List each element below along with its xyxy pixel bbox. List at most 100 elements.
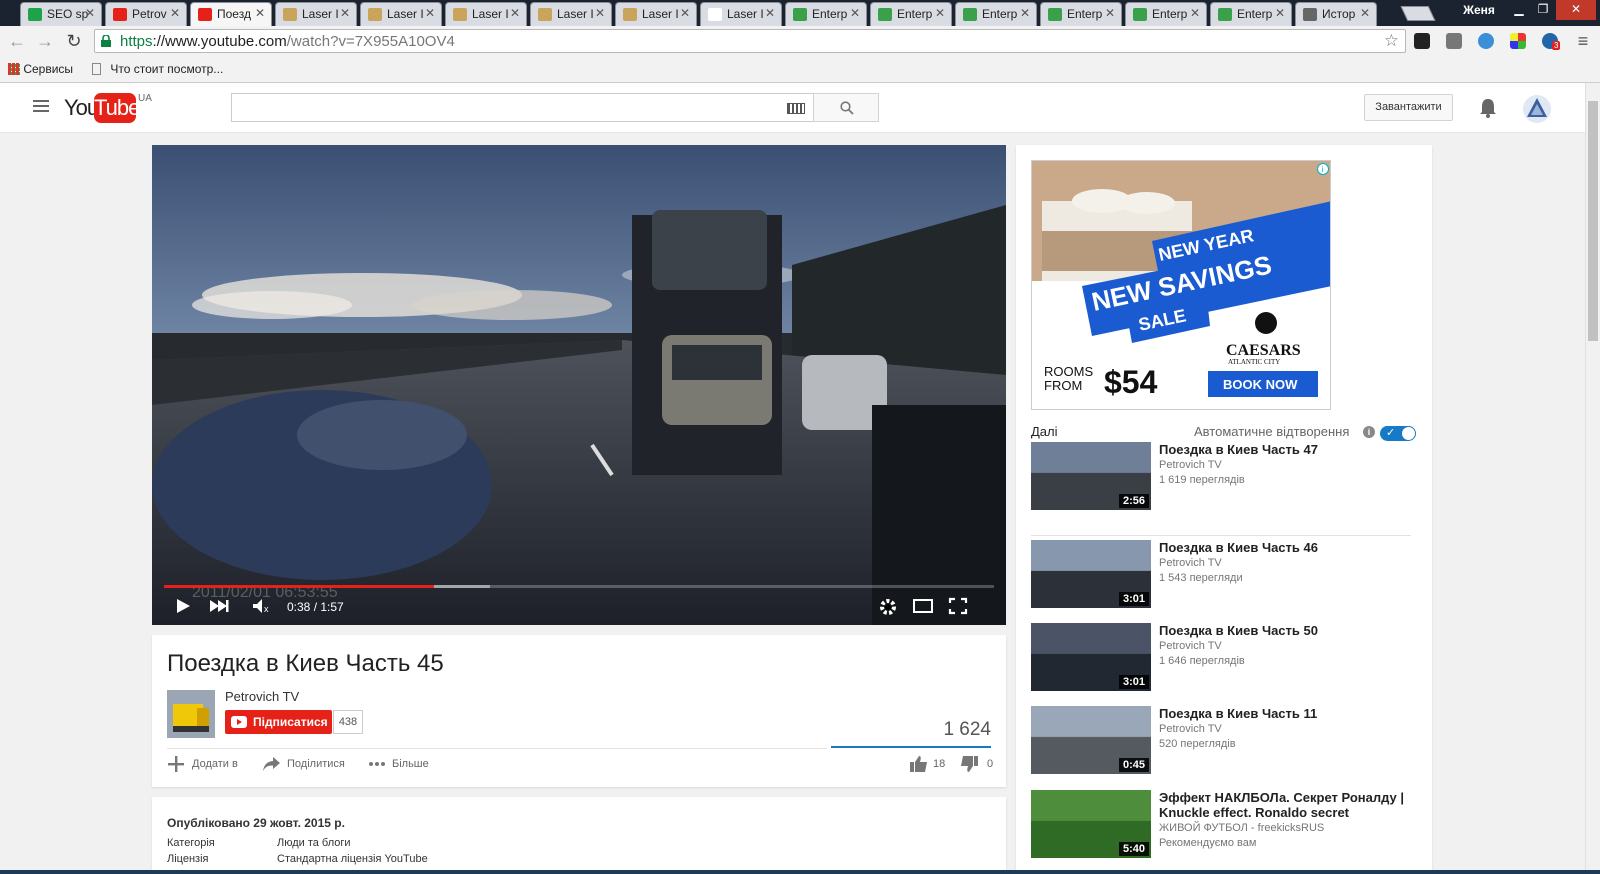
play-icon[interactable]: [174, 597, 192, 615]
recommended-video[interactable]: 5:40 Эффект НАКЛБОЛа. Секрет Роналду | Kn…: [1031, 790, 1411, 860]
info-icon[interactable]: i: [1363, 426, 1375, 438]
recommended-video[interactable]: 3:01 Поездка в Киев Часть 50 Petrovich TV 1…: [1031, 623, 1411, 693]
video-title-link[interactable]: Поездка в Киев Часть 11: [1159, 706, 1409, 721]
share-button[interactable]: Поділитися: [287, 758, 345, 770]
tab-close-icon[interactable]: ✕: [765, 6, 775, 20]
bookmark-star-icon[interactable]: ☆: [1384, 31, 1399, 51]
tab-close-icon[interactable]: ✕: [425, 6, 435, 20]
video-thumbnail[interactable]: 2:56: [1031, 442, 1151, 510]
video-views: 1 646 переглядів: [1159, 655, 1245, 667]
next-icon[interactable]: [208, 597, 230, 615]
video-title-link[interactable]: Поездка в Киев Часть 50: [1159, 623, 1409, 638]
recommended-video[interactable]: 2:56 Поездка в Киев Часть 47 Petrovich TV 1…: [1031, 442, 1411, 512]
browser-tab[interactable]: Laser I ✕: [700, 2, 782, 26]
notifications-bell-icon[interactable]: [1478, 97, 1498, 119]
theater-mode-icon[interactable]: [912, 597, 934, 615]
tab-close-icon[interactable]: ✕: [1275, 6, 1285, 20]
browser-tab[interactable]: Enterp ✕: [955, 2, 1037, 26]
profile-name[interactable]: Женя: [1456, 1, 1502, 21]
video-thumbnail[interactable]: 3:01: [1031, 623, 1151, 691]
new-tab-button[interactable]: [1400, 6, 1436, 21]
recommended-video[interactable]: 3:01 Поездка в Киев Часть 46 Petrovich TV 1…: [1031, 540, 1411, 610]
tab-close-icon[interactable]: ✕: [595, 6, 605, 20]
browser-tab[interactable]: Laser I ✕: [445, 2, 527, 26]
settings-gear-icon[interactable]: [878, 597, 898, 617]
minimize-icon[interactable]: ▁: [1506, 0, 1532, 20]
channel-name[interactable]: Petrovich TV: [225, 689, 299, 704]
channel-thumbnail[interactable]: [167, 690, 215, 738]
tab-close-icon[interactable]: ✕: [510, 6, 520, 20]
tab-close-icon[interactable]: ✕: [935, 6, 945, 20]
browser-tab[interactable]: Laser I ✕: [275, 2, 357, 26]
account-avatar[interactable]: [1523, 95, 1551, 123]
tab-close-icon[interactable]: ✕: [340, 6, 350, 20]
browser-tab[interactable]: Enterp ✕: [870, 2, 952, 26]
browser-tab[interactable]: SEO sp ✕: [20, 2, 102, 26]
avatar-emblem-icon: [1527, 98, 1547, 117]
browser-tab[interactable]: Enterp ✕: [785, 2, 867, 26]
share-icon[interactable]: [262, 756, 280, 772]
extension-icon[interactable]: [1446, 33, 1462, 49]
search-input[interactable]: [231, 93, 814, 122]
extension-icon[interactable]: [1414, 33, 1430, 49]
more-dots-icon[interactable]: [368, 756, 386, 772]
restore-icon[interactable]: ❐: [1530, 0, 1556, 20]
like-icon[interactable]: [910, 756, 928, 772]
address-bar[interactable]: https://www.youtube.com/watch?v=7X955A10…: [94, 29, 1406, 53]
video-views: 1 619 переглядів: [1159, 474, 1245, 486]
keyboard-icon[interactable]: [787, 103, 805, 114]
add-icon[interactable]: [167, 756, 185, 772]
video-title-link[interactable]: Поездка в Киев Часть 47: [1159, 442, 1409, 457]
progress-bar[interactable]: [164, 585, 994, 588]
page-scrollbar[interactable]: [1585, 83, 1600, 870]
tab-close-icon[interactable]: ✕: [170, 6, 180, 20]
more-button[interactable]: Більше: [392, 758, 429, 770]
browser-tab[interactable]: Laser I ✕: [530, 2, 612, 26]
guide-menu-icon[interactable]: [33, 100, 49, 114]
browser-tab[interactable]: Истор ✕: [1295, 2, 1377, 26]
tab-close-icon[interactable]: ✕: [1360, 6, 1370, 20]
browser-tab[interactable]: Petrov ✕: [105, 2, 187, 26]
fullscreen-icon[interactable]: [948, 597, 968, 615]
reload-icon[interactable]: ↻: [63, 31, 85, 51]
upload-button[interactable]: Завантажити: [1364, 94, 1453, 121]
bookmark-apps[interactable]: Сервисы: [8, 62, 73, 76]
tab-close-icon[interactable]: ✕: [255, 6, 265, 20]
tab-close-icon[interactable]: ✕: [85, 6, 95, 20]
autoplay-toggle[interactable]: ✓: [1380, 426, 1416, 441]
globe-icon[interactable]: [1478, 33, 1494, 49]
add-to-button[interactable]: Додати в: [192, 758, 238, 770]
forward-icon[interactable]: →: [34, 31, 56, 51]
search-button[interactable]: [813, 93, 879, 122]
video-title-link[interactable]: Эффект НАКЛБОЛа. Секрет Роналду | Knuckl…: [1159, 790, 1409, 820]
dislike-icon[interactable]: [960, 756, 978, 772]
browser-tab[interactable]: Laser I ✕: [360, 2, 442, 26]
tab-close-icon[interactable]: ✕: [1020, 6, 1030, 20]
browser-tab[interactable]: Enterp ✕: [1040, 2, 1122, 26]
video-thumbnail[interactable]: 0:45: [1031, 706, 1151, 774]
browser-tab[interactable]: Enterp ✕: [1210, 2, 1292, 26]
tab-close-icon[interactable]: ✕: [850, 6, 860, 20]
recommended-video[interactable]: 0:45 Поездка в Киев Часть 11 Petrovich TV 5…: [1031, 706, 1411, 776]
extension-icon[interactable]: [1510, 33, 1526, 49]
tab-close-icon[interactable]: ✕: [1190, 6, 1200, 20]
video-player[interactable]: 2011/02/01 06:53:55 x 0:38 / 1:57: [152, 145, 1006, 625]
category-value[interactable]: Люди та блоги: [277, 837, 351, 849]
video-thumbnail[interactable]: 3:01: [1031, 540, 1151, 608]
extension-icon[interactable]: 3: [1542, 33, 1561, 50]
tab-close-icon[interactable]: ✕: [680, 6, 690, 20]
browser-tab[interactable]: Enterp ✕: [1125, 2, 1207, 26]
close-window-icon[interactable]: ✕: [1556, 0, 1596, 20]
tab-favicon-icon: [1303, 8, 1317, 21]
video-thumbnail[interactable]: 5:40: [1031, 790, 1151, 858]
video-title-link[interactable]: Поездка в Киев Часть 46: [1159, 540, 1409, 555]
subscribe-button[interactable]: Підписатися: [225, 710, 332, 734]
browser-tab[interactable]: Поезд ✕: [190, 2, 272, 26]
advertisement-banner[interactable]: NEW YEAR NEW SAVINGS SALE CAESARS ATLANT…: [1031, 160, 1331, 410]
bookmark-item[interactable]: Что стоит посмотр...: [92, 62, 223, 76]
tab-close-icon[interactable]: ✕: [1105, 6, 1115, 20]
menu-icon[interactable]: ≡: [1572, 31, 1594, 51]
back-icon[interactable]: ←: [6, 31, 28, 51]
browser-tab[interactable]: Laser I ✕: [615, 2, 697, 26]
mute-icon[interactable]: x: [251, 597, 273, 615]
